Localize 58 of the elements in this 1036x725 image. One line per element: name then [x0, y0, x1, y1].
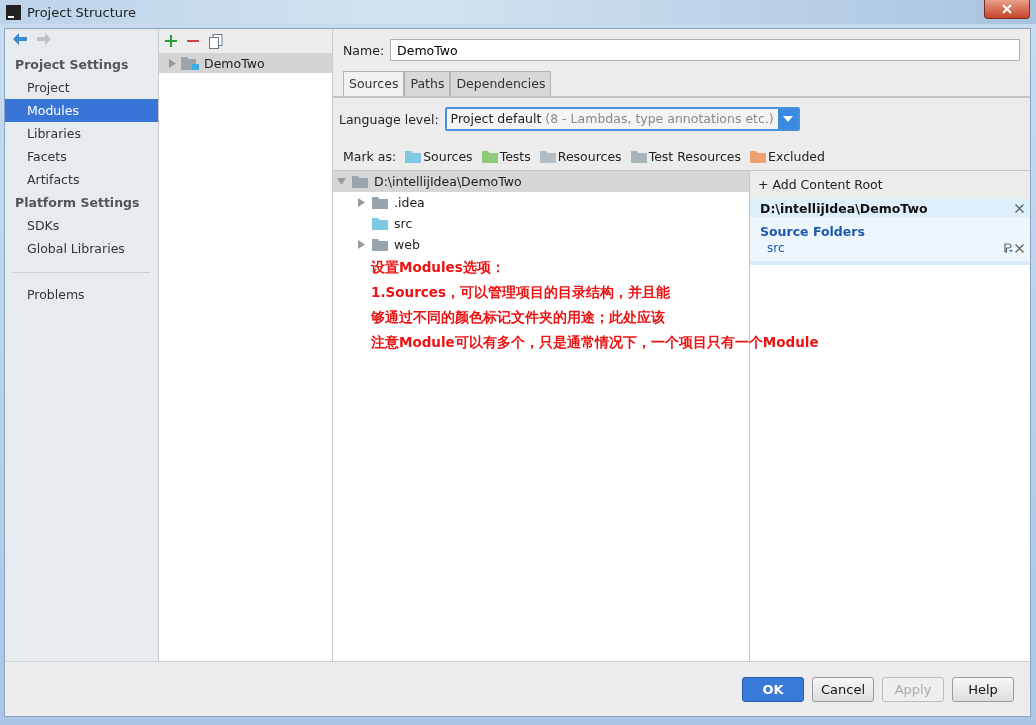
section-heading: Platform Settings	[14, 194, 141, 212]
dropdown-arrow-icon	[782, 116, 793, 122]
app-logo-icon	[6, 4, 21, 20]
back-arrow-icon[interactable]	[13, 33, 27, 45]
close-icon[interactable]	[984, 0, 1030, 19]
sidebar-item[interactable]: Modules	[5, 99, 158, 122]
language-level-dropdown[interactable]: Project default (8 - Lambdas, type annotations etc.)	[444, 107, 800, 131]
source-folder[interactable]: src	[767, 241, 785, 255]
field-label: Language level:	[339, 111, 439, 127]
dialog-button[interactable]: Help	[952, 676, 1014, 702]
module-item[interactable]: DemoTwo	[159, 53, 332, 73]
window-title: Project Structure	[27, 4, 137, 20]
sidebar-item[interactable]: Facets	[5, 145, 158, 168]
annotation-text: 注意Module可以有多个，只是通常情况下，一个项目只有一个Module	[371, 333, 819, 352]
expand-arrow-icon[interactable]	[168, 58, 176, 68]
sidebar-item[interactable]: Artifacts	[5, 168, 158, 191]
sidebar-item[interactable]: Project	[5, 76, 158, 99]
section-heading: Project Settings	[14, 56, 130, 74]
sidebar-item[interactable]: Problems	[5, 283, 158, 306]
tree-row[interactable]: web	[333, 234, 749, 255]
mark-as-label: Mark as:	[343, 149, 397, 164]
folder-icon	[372, 238, 388, 251]
folder-icon	[372, 217, 388, 230]
folder-icon	[372, 196, 388, 209]
annotation-text: 1.Sources，可以管理项目的目录结构，并且能	[371, 283, 670, 302]
sidebar-item[interactable]: Libraries	[5, 122, 158, 145]
annotation-text: 设置Modules选项：	[371, 258, 505, 277]
add-content-root-button[interactable]: + Add Content Root	[750, 171, 1030, 199]
add-icon[interactable]	[165, 35, 177, 47]
tree-row[interactable]: src	[333, 213, 749, 234]
properties-icon[interactable]	[1004, 243, 1013, 253]
mark-as-button[interactable]: Test Resources	[630, 149, 742, 164]
expand-arrow-icon[interactable]	[357, 240, 366, 249]
content-root-path: D:\intellijIdea\DemoTwo	[760, 200, 928, 216]
close-icon[interactable]	[1015, 243, 1024, 253]
mark-as-button[interactable]: Sources	[405, 149, 473, 164]
dialog-button[interactable]: Cancel	[812, 676, 874, 702]
field-label: Name:	[343, 42, 385, 58]
annotation-text: 够通过不同的颜色标记文件夹的用途；此处应该	[371, 308, 665, 327]
close-icon[interactable]	[1015, 203, 1024, 213]
module-folder-icon	[181, 56, 199, 70]
tree-row[interactable]: .idea	[333, 192, 749, 213]
sidebar-item[interactable]: Global Libraries	[5, 237, 158, 260]
tree-row[interactable]: D:\intellijIdea\DemoTwo	[333, 171, 749, 192]
tab[interactable]: Dependencies	[450, 71, 552, 96]
folder-icon	[352, 175, 368, 188]
group-title: Source Folders	[759, 223, 866, 241]
mark-as-button[interactable]: Tests	[481, 149, 531, 164]
tab[interactable]: Paths	[404, 71, 451, 96]
mark-as-button[interactable]: Excluded	[750, 149, 825, 164]
copy-icon[interactable]	[209, 33, 223, 49]
dialog-button[interactable]: OK	[742, 676, 804, 702]
expand-arrow-icon[interactable]	[337, 177, 346, 186]
expand-arrow-icon[interactable]	[357, 198, 366, 207]
sidebar-item[interactable]: SDKs	[5, 214, 158, 237]
name-field[interactable]: DemoTwo	[390, 39, 1020, 61]
mark-as-button[interactable]: Resources	[539, 149, 622, 164]
tab[interactable]: Sources	[343, 71, 405, 96]
